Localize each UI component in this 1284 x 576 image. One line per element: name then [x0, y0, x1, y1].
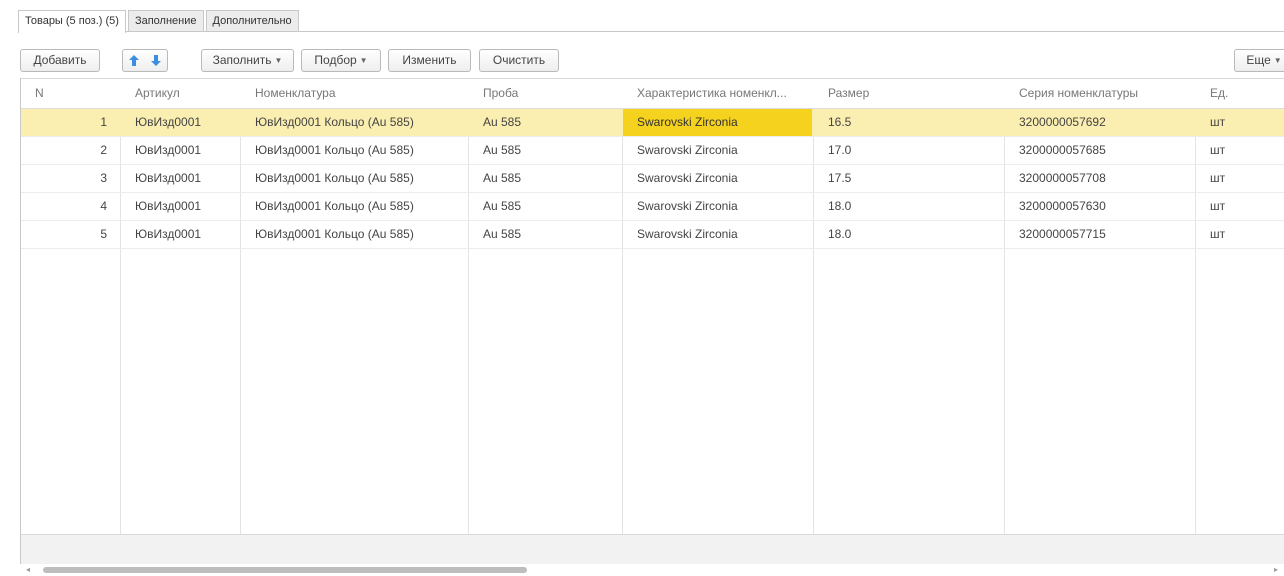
cell-article[interactable]: ЮвИзд0001 — [121, 137, 241, 164]
cell-article[interactable]: ЮвИзд0001 — [121, 109, 241, 136]
column-header-unit[interactable]: Ед. — [1196, 79, 1284, 108]
move-buttons — [122, 49, 168, 72]
edit-button-label: Изменить — [402, 53, 457, 67]
cell-series[interactable]: 3200000057692 — [1005, 109, 1196, 136]
column-header-characteristic[interactable]: Характеристика номенкл... — [623, 79, 814, 108]
fill-button-label: Заполнить — [212, 53, 272, 67]
more-button-label: Еще — [1246, 53, 1271, 67]
cell-probe[interactable]: Au 585 — [469, 193, 623, 220]
cell-characteristic[interactable]: Swarovski Zirconia — [623, 193, 814, 220]
cell-series[interactable]: 3200000057715 — [1005, 221, 1196, 248]
clear-button-label: Очистить — [492, 53, 546, 67]
cell-article[interactable]: ЮвИзд0001 — [121, 165, 241, 192]
cell-characteristic[interactable]: Swarovski Zirconia — [623, 221, 814, 248]
scroll-left-icon[interactable]: ◂ — [26, 564, 30, 576]
cell-article[interactable]: ЮвИзд0001 — [121, 193, 241, 220]
cell-characteristic[interactable]: Swarovski Zirconia — [623, 165, 814, 192]
cell-probe[interactable]: Au 585 — [469, 137, 623, 164]
cell-probe[interactable]: Au 585 — [469, 165, 623, 192]
add-button[interactable]: Добавить — [20, 49, 100, 72]
cell-item[interactable]: ЮвИзд0001 Кольцо (Au 585) — [241, 221, 469, 248]
table-toolbar: Добавить Заполнить ▼ Подбор ▼ Изменить Очи… — [20, 49, 1284, 73]
column-header-article[interactable]: Артикул — [121, 79, 241, 108]
table-footer — [21, 534, 1284, 565]
scrollbar-thumb[interactable] — [43, 567, 527, 573]
table-row[interactable]: 3 ЮвИзд0001 ЮвИзд0001 Кольцо (Au 585) Au… — [21, 165, 1284, 193]
cell-item[interactable]: ЮвИзд0001 Кольцо (Au 585) — [241, 165, 469, 192]
table-row[interactable]: 5 ЮвИзд0001 ЮвИзд0001 Кольцо (Au 585) Au… — [21, 221, 1284, 249]
table-header: N Артикул Номенклатура Проба Характерист… — [21, 79, 1284, 109]
dropdown-caret-icon: ▼ — [1273, 56, 1282, 65]
select-dropdown-button[interactable]: Подбор ▼ — [301, 49, 381, 72]
add-button-label: Добавить — [33, 53, 87, 67]
column-header-item[interactable]: Номенклатура — [241, 79, 469, 108]
cell-probe[interactable]: Au 585 — [469, 109, 623, 136]
cell-unit[interactable]: шт — [1196, 193, 1284, 220]
tab-bar: Товары (5 поз.) (5) Заполнение Дополните… — [18, 10, 301, 33]
cell-item[interactable]: ЮвИзд0001 Кольцо (Au 585) — [241, 193, 469, 220]
cell-unit[interactable]: шт — [1196, 109, 1284, 136]
cell-unit[interactable]: шт — [1196, 137, 1284, 164]
tab-divider — [18, 31, 1284, 32]
cell-probe[interactable]: Au 585 — [469, 221, 623, 248]
select-button-label: Подбор — [314, 53, 357, 67]
arrow-down-icon — [151, 55, 161, 66]
table-row[interactable]: 2 ЮвИзд0001 ЮвИзд0001 Кольцо (Au 585) Au… — [21, 137, 1284, 165]
more-dropdown-button[interactable]: Еще ▼ — [1234, 49, 1284, 72]
table-row[interactable]: 1 ЮвИзд0001 ЮвИзд0001 Кольцо (Au 585) Au… — [21, 109, 1284, 137]
cell-size[interactable]: 17.0 — [814, 137, 1005, 164]
dropdown-caret-icon: ▼ — [274, 56, 283, 65]
cell-item[interactable]: ЮвИзд0001 Кольцо (Au 585) — [241, 137, 469, 164]
tab-goods[interactable]: Товары (5 поз.) (5) — [18, 10, 126, 33]
table-row[interactable]: 4 ЮвИзд0001 ЮвИзд0001 Кольцо (Au 585) Au… — [21, 193, 1284, 221]
arrow-up-icon — [129, 55, 139, 66]
column-header-size[interactable]: Размер — [814, 79, 1005, 108]
move-up-button[interactable] — [123, 50, 145, 71]
cell-n[interactable]: 3 — [21, 165, 121, 192]
dropdown-caret-icon: ▼ — [359, 56, 368, 65]
fill-dropdown-button[interactable]: Заполнить ▼ — [201, 49, 294, 72]
scroll-right-icon[interactable]: ▸ — [1274, 564, 1278, 576]
clear-button[interactable]: Очистить — [479, 49, 559, 72]
cell-size[interactable]: 18.0 — [814, 193, 1005, 220]
cell-characteristic[interactable]: Swarovski Zirconia — [623, 109, 812, 136]
tab-filling[interactable]: Заполнение — [127, 10, 204, 32]
goods-table: N Артикул Номенклатура Проба Характерист… — [20, 78, 1284, 568]
cell-n[interactable]: 4 — [21, 193, 121, 220]
cell-series[interactable]: 3200000057630 — [1005, 193, 1196, 220]
cell-n[interactable]: 2 — [21, 137, 121, 164]
cell-unit[interactable]: шт — [1196, 165, 1284, 192]
cell-characteristic[interactable]: Swarovski Zirconia — [623, 137, 814, 164]
cell-series[interactable]: 3200000057708 — [1005, 165, 1196, 192]
horizontal-scrollbar[interactable]: ◂ ▸ — [20, 564, 1284, 576]
cell-article[interactable]: ЮвИзд0001 — [121, 221, 241, 248]
cell-n[interactable]: 5 — [21, 221, 121, 248]
cell-n[interactable]: 1 — [21, 109, 121, 136]
tab-additional[interactable]: Дополнительно — [205, 10, 299, 32]
move-down-button[interactable] — [145, 50, 167, 71]
column-header-probe[interactable]: Проба — [469, 79, 623, 108]
cell-size[interactable]: 16.5 — [814, 109, 1005, 136]
cell-size[interactable]: 18.0 — [814, 221, 1005, 248]
cell-item[interactable]: ЮвИзд0001 Кольцо (Au 585) — [241, 109, 469, 136]
edit-button[interactable]: Изменить — [388, 49, 471, 72]
cell-series[interactable]: 3200000057685 — [1005, 137, 1196, 164]
cell-size[interactable]: 17.5 — [814, 165, 1005, 192]
cell-unit[interactable]: шт — [1196, 221, 1284, 248]
column-header-series[interactable]: Серия номенклатуры — [1005, 79, 1196, 108]
column-header-n[interactable]: N — [21, 79, 121, 108]
